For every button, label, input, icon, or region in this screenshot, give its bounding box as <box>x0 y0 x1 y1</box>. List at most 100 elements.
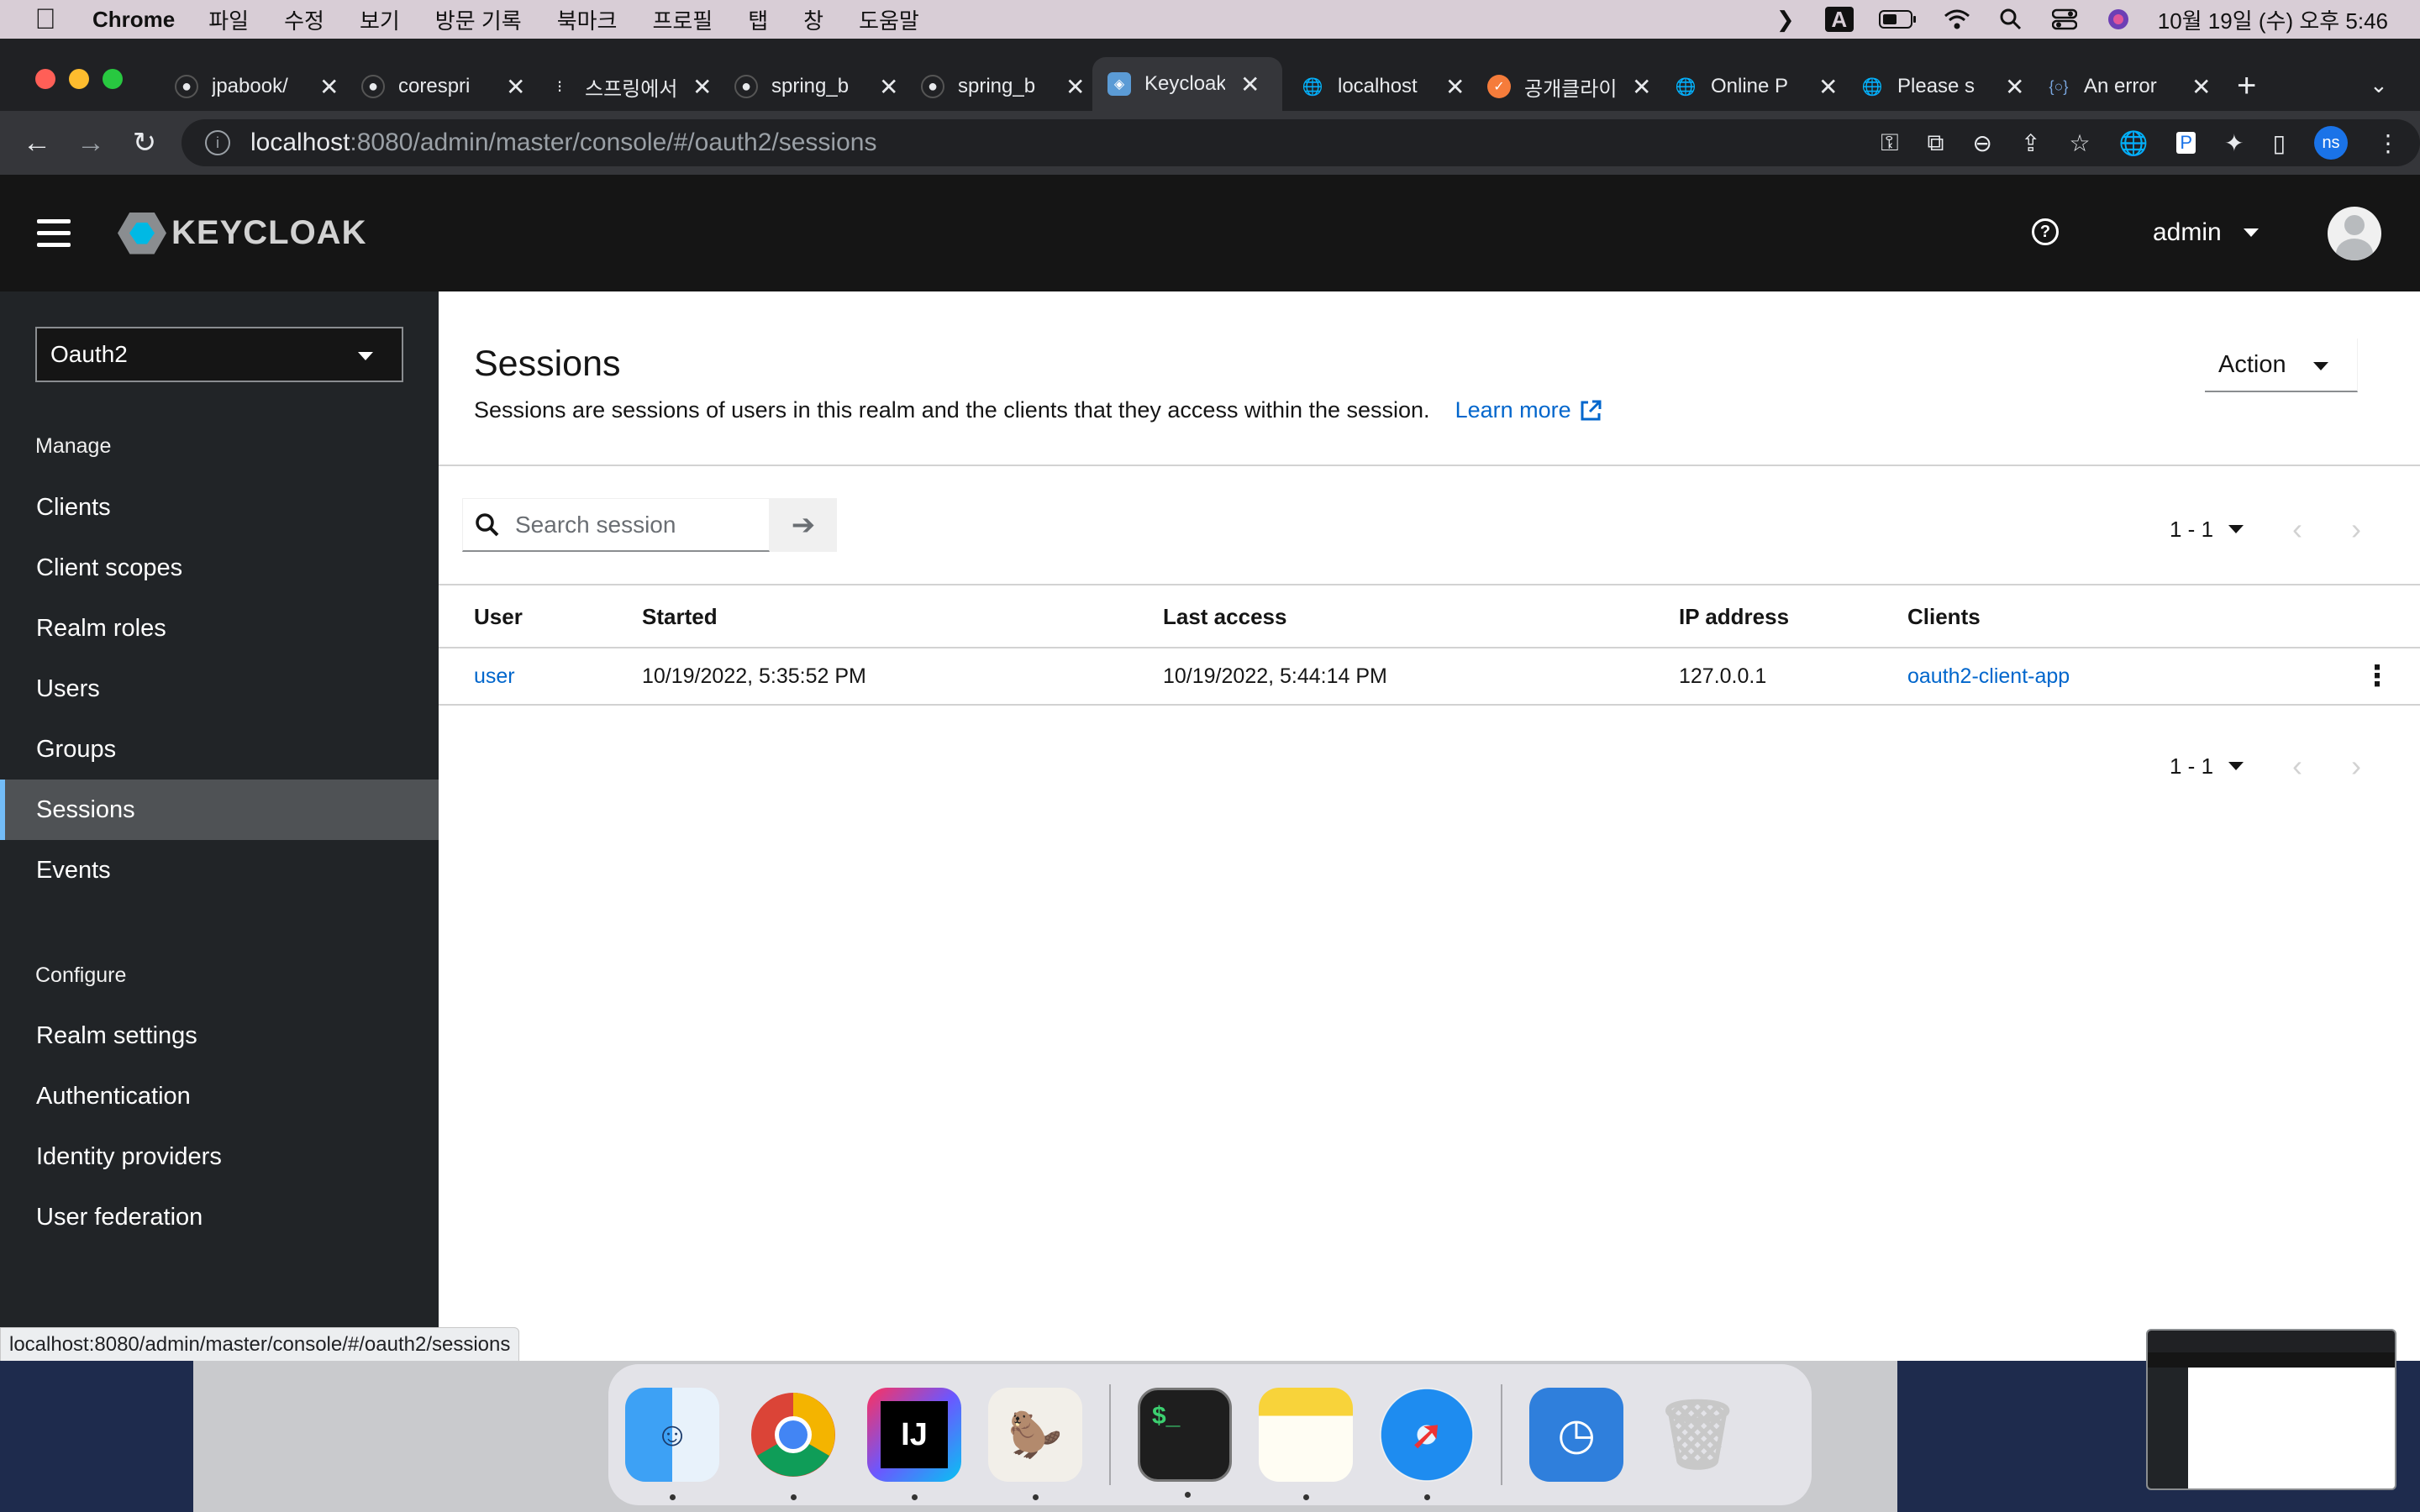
sidebar-item-user-federation[interactable]: User federation <box>0 1187 439 1247</box>
chrome-menu-icon[interactable]: ⋮ <box>2376 129 2400 157</box>
browser-tab[interactable]: ✓ 공개클라이언트 ✕ <box>1472 62 1666 111</box>
new-tab-button[interactable]: + <box>2237 67 2256 105</box>
browser-tab[interactable]: ● spring_b ✕ <box>719 62 913 111</box>
sidebar-item-identity-providers[interactable]: Identity providers <box>0 1126 439 1187</box>
menu-window[interactable]: 창 <box>803 4 823 35</box>
learn-more-link[interactable]: Learn more <box>1455 397 1603 423</box>
prev-page-icon[interactable]: ‹ <box>2292 512 2302 547</box>
menu-tab[interactable]: 탭 <box>748 4 768 35</box>
close-window-button[interactable] <box>35 69 55 89</box>
next-page-icon[interactable]: › <box>2351 512 2361 547</box>
side-panel-icon[interactable]: ▯ <box>2273 129 2286 157</box>
cell-user-link[interactable]: user <box>439 648 642 706</box>
extension-icon[interactable]: P <box>2176 132 2196 154</box>
reload-icon[interactable]: ↻ <box>118 126 171 160</box>
column-header-user[interactable]: User <box>439 587 642 648</box>
column-header-ip-address[interactable]: IP address <box>1679 587 1907 648</box>
close-tab-icon[interactable]: ✕ <box>1445 73 1465 101</box>
help-icon[interactable]: ? <box>2032 218 2059 245</box>
column-header-last-access[interactable]: Last access <box>1163 587 1679 648</box>
pagination-range[interactable]: 1 - 1 <box>2170 753 2213 780</box>
close-tab-icon[interactable]: ✕ <box>879 73 898 101</box>
menu-file[interactable]: 파일 <box>208 4 249 35</box>
menu-history[interactable]: 방문 기록 <box>435 4 522 35</box>
caret-down-icon[interactable] <box>2228 525 2244 533</box>
puzzle-extensions-icon[interactable]: ✦ <box>2224 129 2244 157</box>
sidebar-item-clients[interactable]: Clients <box>0 477 439 538</box>
intellij-icon[interactable]: IJ <box>867 1388 961 1500</box>
cell-client-link[interactable]: oauth2-client-app <box>1907 648 2334 706</box>
keycloak-logo[interactable]: KEYCLOAK <box>118 212 366 255</box>
prev-page-icon[interactable]: ‹ <box>2292 748 2302 784</box>
sidebar-item-realm-settings[interactable]: Realm settings <box>0 1005 439 1066</box>
chrome-icon[interactable] <box>746 1388 840 1500</box>
apple-icon[interactable]:  <box>32 3 59 36</box>
key-icon[interactable]: ⚿ <box>1881 129 1898 157</box>
spotlight-search-icon[interactable] <box>1996 7 2025 32</box>
browser-tab[interactable]: ● spring_b ✕ <box>906 62 1100 111</box>
browser-tab-active[interactable]: ◈ Keycloak ✕ <box>1092 57 1282 111</box>
browser-tab[interactable]: 🌐 Online P ✕ <box>1659 62 1853 111</box>
close-tab-icon[interactable]: ✕ <box>319 73 339 101</box>
browser-tab[interactable]: {○} An error ✕ <box>2032 62 2226 111</box>
safari-icon[interactable]: ➚ <box>1380 1388 1474 1500</box>
sidebar-item-realm-roles[interactable]: Realm roles <box>0 598 439 659</box>
close-tab-icon[interactable]: ✕ <box>1240 71 1260 98</box>
hamburger-menu-icon[interactable] <box>37 219 71 247</box>
notes-icon[interactable] <box>1259 1388 1353 1500</box>
bookmark-star-icon[interactable]: ☆ <box>2069 129 2090 157</box>
close-tab-icon[interactable]: ✕ <box>1632 73 1651 101</box>
browser-tab[interactable]: ● corespri ✕ <box>346 62 540 111</box>
close-tab-icon[interactable]: ✕ <box>1065 73 1085 101</box>
profile-avatar[interactable]: ns <box>2314 126 2348 160</box>
close-tab-icon[interactable]: ✕ <box>2191 73 2211 101</box>
browser-tab[interactable]: 🌐 Please s ✕ <box>1845 62 2039 111</box>
minimize-window-button[interactable] <box>69 69 89 89</box>
pagination-range[interactable]: 1 - 1 <box>2170 517 2213 543</box>
sidebar-item-groups[interactable]: Groups <box>0 719 439 780</box>
siri-icon[interactable] <box>2104 7 2133 32</box>
battery-icon[interactable] <box>1878 7 1918 32</box>
sidebar-item-authentication[interactable]: Authentication <box>0 1066 439 1126</box>
caret-down-icon[interactable] <box>2228 762 2244 770</box>
sidebar-item-events[interactable]: Events <box>0 840 439 900</box>
control-center-icon[interactable] <box>2050 7 2079 32</box>
sidebar-item-users[interactable]: Users <box>0 659 439 719</box>
menubar-app-name[interactable]: Chrome <box>92 7 175 33</box>
column-header-clients[interactable]: Clients <box>1907 587 2334 648</box>
menubar-clock[interactable]: 10월 19일 (수) 오후 5:46 <box>2158 4 2388 35</box>
tab-search-icon[interactable]: ⌄ <box>2370 72 2388 98</box>
translate-icon[interactable]: ⧉ <box>1928 129 1944 157</box>
sidebar-item-client-scopes[interactable]: Client scopes <box>0 538 439 598</box>
close-tab-icon[interactable]: ✕ <box>506 73 525 101</box>
terminal-icon[interactable]: $_ <box>1138 1388 1232 1498</box>
zoom-window-button[interactable] <box>103 69 123 89</box>
finder-icon[interactable]: ☺ <box>625 1388 719 1500</box>
share-icon[interactable]: ⇪ <box>2021 129 2040 157</box>
search-submit-button[interactable]: ➔ <box>770 498 837 552</box>
screenshot-thumbnail[interactable] <box>2146 1329 2396 1490</box>
browser-tab[interactable]: ● jpabook/ ✕ <box>160 62 354 111</box>
user-dropdown[interactable]: admin <box>2153 218 2259 247</box>
wifi-icon[interactable] <box>1943 7 1971 32</box>
close-tab-icon[interactable]: ✕ <box>2005 73 2024 101</box>
dbeaver-icon[interactable]: 🦫 <box>988 1388 1082 1500</box>
site-info-icon[interactable]: i <box>205 130 230 155</box>
extension-globe-icon[interactable]: 🌐 <box>2119 129 2149 157</box>
forward-icon[interactable]: → <box>64 127 118 160</box>
menu-help[interactable]: 도움말 <box>859 4 919 35</box>
row-kebab-menu-icon[interactable]: ⋮ <box>2334 648 2420 706</box>
menu-edit[interactable]: 수정 <box>284 4 324 35</box>
status-app-icon[interactable]: ❯ <box>1771 7 1800 32</box>
column-header-started[interactable]: Started <box>642 587 1163 648</box>
back-icon[interactable]: ← <box>10 127 64 160</box>
keycloak-app-icon[interactable]: ◷ <box>1529 1388 1623 1482</box>
user-avatar[interactable] <box>2328 207 2381 260</box>
input-source-icon[interactable]: A <box>1824 7 1854 32</box>
search-input[interactable]: Search session <box>462 498 770 552</box>
realm-selector[interactable]: Oauth2 <box>35 327 403 382</box>
menu-view[interactable]: 보기 <box>360 4 400 35</box>
browser-tab[interactable]: ⁝ 스프링에서 ✕ <box>533 62 727 111</box>
address-bar[interactable]: i localhost:8080/admin/master/console/#/… <box>182 119 2420 166</box>
menu-bookmarks[interactable]: 북마크 <box>557 4 618 35</box>
